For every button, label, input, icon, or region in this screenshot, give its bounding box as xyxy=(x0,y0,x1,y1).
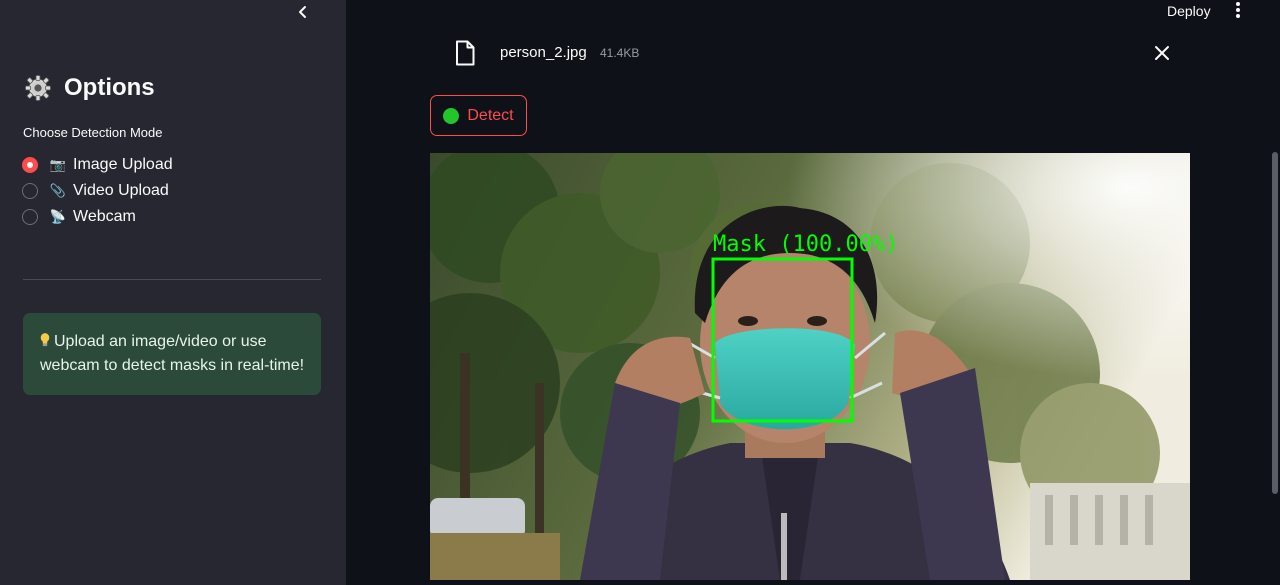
radio-video-upload[interactable]: 📎 Video Upload xyxy=(22,178,173,204)
radio-button-selected[interactable] xyxy=(22,157,38,173)
radio-label-video-upload: Video Upload xyxy=(73,182,169,199)
sidebar-divider xyxy=(23,279,321,280)
deploy-button[interactable]: Deploy xyxy=(1167,3,1211,19)
info-alert: Upload an image/video or use webcam to d… xyxy=(23,313,321,395)
uploaded-file-size: 41.4KB xyxy=(600,46,640,60)
radio-label-webcam: Webcam xyxy=(73,208,136,225)
radio-webcam[interactable]: 📡 Webcam xyxy=(22,204,173,230)
detect-button[interactable]: Detect xyxy=(430,95,527,136)
paperclip-icon: 📎 xyxy=(49,183,67,198)
radio-button[interactable] xyxy=(22,209,38,225)
detection-label: Mask (100.00%) xyxy=(713,232,898,257)
scrollbar-thumb[interactable] xyxy=(1272,152,1278,494)
camera-icon: 📷 xyxy=(49,157,67,172)
detection-result-image: Mask (100.00%) xyxy=(430,153,1190,580)
kebab-dot xyxy=(1236,2,1240,6)
green-circle-icon xyxy=(443,107,460,124)
kebab-dot xyxy=(1236,14,1240,18)
info-alert-text: Upload an image/video or use webcam to d… xyxy=(40,333,305,374)
detect-button-label: Detect xyxy=(467,106,514,124)
chevron-left-icon xyxy=(299,6,306,18)
satellite-antenna-icon: 📡 xyxy=(49,209,67,224)
file-icon xyxy=(456,40,475,66)
sidebar: Options Choose Detection Mode 📷 Image Up… xyxy=(0,0,346,585)
light-bulb-icon xyxy=(40,333,50,347)
uploaded-file-name: person_2.jpg xyxy=(500,44,587,61)
radio-button[interactable] xyxy=(22,183,38,199)
collapse-sidebar-button[interactable] xyxy=(293,2,313,22)
detection-mode-radio-group: 📷 Image Upload 📎 Video Upload 📡 Webcam xyxy=(22,152,173,230)
close-icon[interactable] xyxy=(1154,45,1170,61)
sidebar-title: Options xyxy=(64,74,155,101)
main-menu-button[interactable] xyxy=(1230,2,1246,20)
radio-label-image-upload: Image Upload xyxy=(73,156,173,173)
gear-icon xyxy=(25,75,51,101)
kebab-dot xyxy=(1236,8,1240,12)
detection-mode-label: Choose Detection Mode xyxy=(23,125,163,140)
radio-image-upload[interactable]: 📷 Image Upload xyxy=(22,152,173,178)
app-root: Options Choose Detection Mode 📷 Image Up… xyxy=(0,0,1280,585)
person-photo: Mask (100.00%) xyxy=(430,153,1190,580)
sidebar-header: Options xyxy=(24,74,155,102)
